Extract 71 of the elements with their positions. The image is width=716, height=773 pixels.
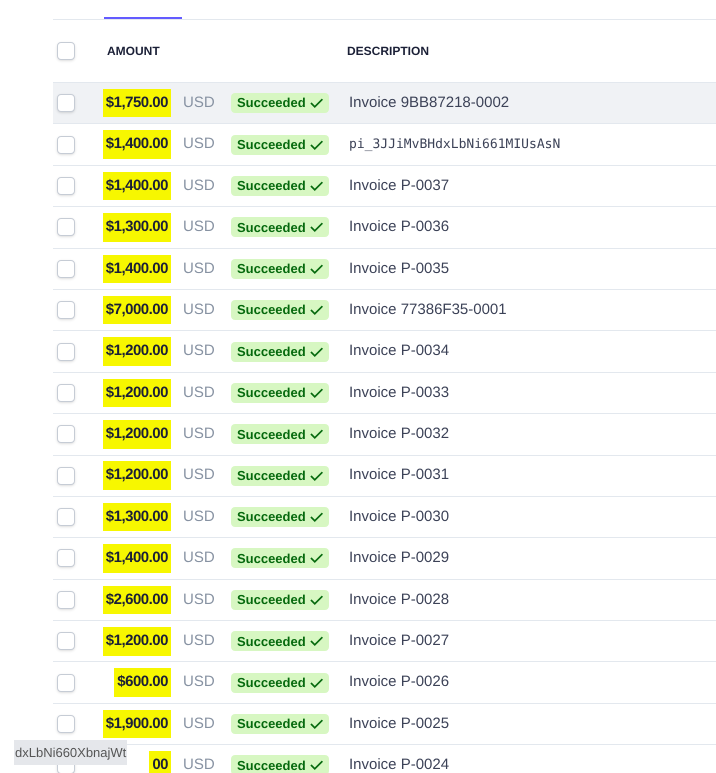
amount: $1,200.00 (102, 337, 171, 366)
description: Invoice 9BB87218-0002 (349, 92, 510, 113)
status-badge: Succeeded (231, 176, 329, 196)
description: Invoice P-0024 (349, 755, 450, 773)
currency: USD (183, 755, 216, 773)
description: Invoice P-0027 (349, 631, 450, 652)
currency: USD (183, 714, 216, 734)
description: Invoice P-0025 (349, 714, 450, 734)
status-badge: Succeeded (231, 258, 329, 279)
status-badge: Succeeded (231, 93, 329, 114)
currency: USD (183, 176, 216, 196)
currency: USD (183, 217, 216, 238)
amount: $1,200.00 (102, 378, 171, 408)
amount: $1,400.00 (102, 544, 171, 573)
currency: USD (183, 424, 216, 444)
description: pi_3JJiMvBHdxLbNi661MIUsAsN (349, 136, 560, 154)
description: Invoice P-0032 (349, 424, 450, 444)
description: Invoice P-0037 (349, 176, 450, 196)
amount: $1,300.00 (102, 502, 171, 532)
currency: USD (183, 672, 216, 692)
amount: $1,200.00 (102, 420, 171, 449)
amount: $1,400.00 (102, 172, 171, 200)
description: Invoice P-0026 (349, 672, 450, 692)
status-badge: Succeeded (231, 672, 329, 693)
currency: USD (183, 92, 216, 113)
description: Invoice P-0030 (349, 506, 450, 527)
status-badge: Succeeded (231, 548, 329, 568)
amount: $600.00 (114, 668, 171, 697)
amount: $1,900.00 (102, 710, 171, 738)
status-badge: Succeeded (231, 755, 329, 773)
description: Invoice P-0028 (349, 590, 450, 610)
amount: $1,300.00 (102, 213, 171, 242)
currency: USD (183, 465, 216, 486)
currency: USD (183, 300, 216, 320)
currency: USD (183, 548, 216, 568)
amount: 00 (149, 751, 171, 773)
amount: $1,400.00 (102, 130, 171, 159)
description: Invoice P-0034 (349, 341, 450, 362)
status-badge: Succeeded (231, 466, 329, 486)
currency: USD (183, 258, 216, 278)
status-badge: Succeeded (231, 342, 329, 362)
status-badge: Succeeded (231, 631, 329, 652)
column-header: DESCRIPTION (347, 43, 430, 60)
status-badge: Succeeded (231, 714, 329, 734)
column-header: AMOUNT (107, 43, 161, 60)
currency: USD (183, 134, 216, 154)
currency: USD (183, 631, 216, 652)
description: Invoice P-0031 (349, 465, 450, 486)
description: Invoice 77386F35-0001 (349, 300, 507, 320)
amount: $1,200.00 (102, 461, 171, 490)
currency: USD (183, 506, 216, 527)
status-badge: Succeeded (231, 424, 329, 444)
status-badge: Succeeded (231, 134, 329, 155)
amount: $2,600.00 (102, 586, 171, 614)
tooltip: dxLbNi660XbnajWt (14, 740, 128, 765)
status-badge: Succeeded (231, 590, 329, 610)
currency: USD (183, 382, 216, 403)
currency: USD (183, 341, 216, 362)
amount: $1,200.00 (102, 627, 171, 656)
description: Invoice P-0033 (349, 382, 450, 403)
amount: $1,750.00 (102, 88, 171, 118)
description: Invoice P-0029 (349, 548, 450, 568)
status-badge: Succeeded (231, 382, 329, 403)
status-badge: Succeeded (231, 217, 329, 238)
amount: $7,000.00 (102, 296, 171, 324)
description: Invoice P-0036 (349, 217, 450, 238)
amount: $1,400.00 (102, 254, 171, 283)
currency: USD (183, 590, 216, 610)
status-badge: Succeeded (231, 300, 329, 320)
status-badge: Succeeded (231, 507, 329, 528)
description: Invoice P-0035 (349, 258, 450, 278)
